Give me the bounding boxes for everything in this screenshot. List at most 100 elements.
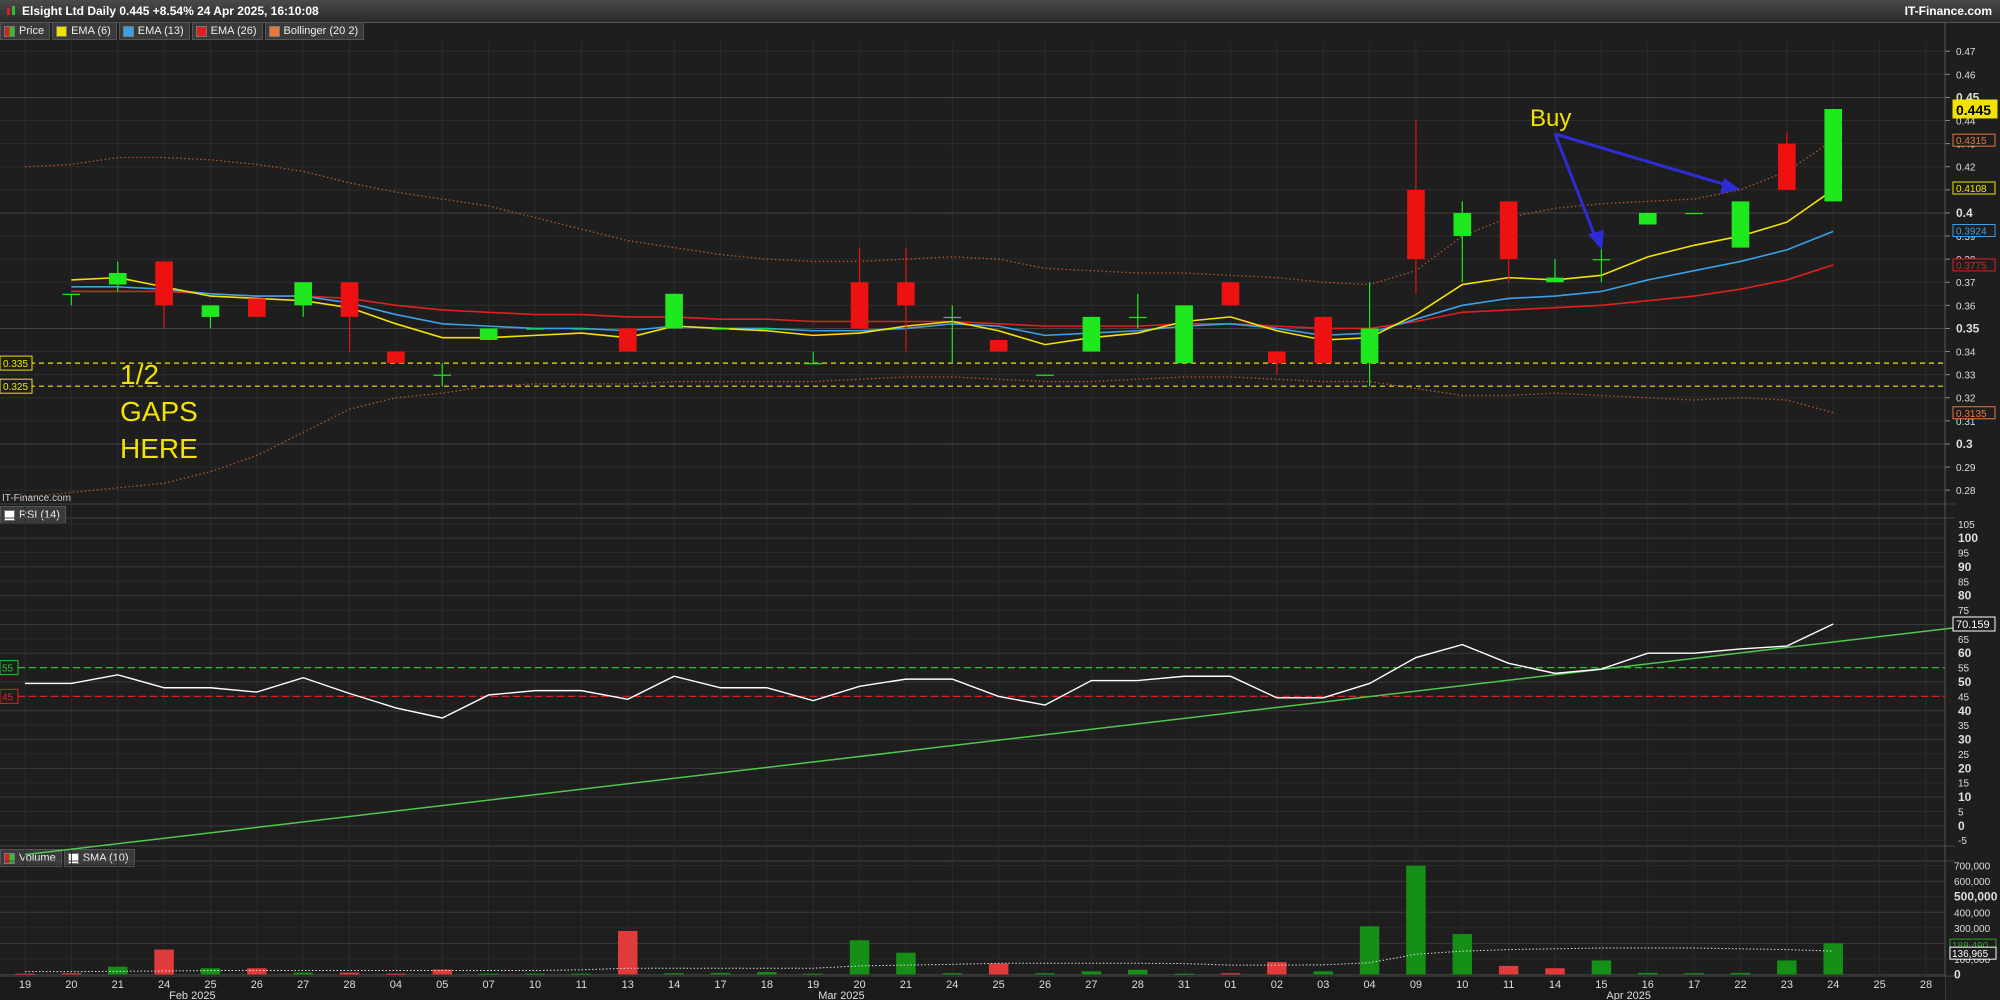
candle-body — [1221, 282, 1240, 306]
volume-bar — [571, 973, 592, 975]
date-tick-label: 21 — [900, 979, 912, 991]
month-label: Mar 2025 — [818, 990, 864, 1000]
candle-body — [1036, 374, 1054, 376]
date-tick-label: 04 — [390, 979, 402, 991]
vol-tick-label: 300,000 — [1954, 924, 1991, 935]
rsi-tick-label: 50 — [1958, 675, 1972, 689]
rsi-value-label: 70.159 — [1956, 619, 1990, 631]
y-tick-label: 0.47 — [1956, 47, 1976, 58]
y-tick-label: 0.4 — [1956, 206, 1973, 220]
chart-svg: 0.3350.325 5545 0.280.290.30.310.320.330… — [0, 22, 1998, 1000]
grid — [0, 22, 1955, 1000]
price-badge-label: 0.4315 — [1956, 136, 1987, 147]
date-tick-label: 11 — [1503, 979, 1514, 991]
volume-bar — [1498, 965, 1519, 975]
rsi-tick-label: 20 — [1958, 761, 1972, 775]
date-tick-label: 10 — [1456, 979, 1468, 991]
rsi-level-label: 55 — [2, 664, 14, 675]
candle-body — [387, 351, 405, 364]
date-tick-label: 17 — [1688, 979, 1700, 991]
rsi-tick-label: 25 — [1958, 750, 1970, 761]
volume-bar — [1035, 973, 1055, 975]
date-tick-label: 09 — [1410, 979, 1422, 991]
date-tick-label: 26 — [251, 979, 263, 991]
rsi-tick-label: 35 — [1958, 721, 1970, 732]
rsi-tick-label: -5 — [1958, 836, 1967, 847]
bollinger-lower — [24, 376, 1834, 498]
rsi-tick-label: 95 — [1958, 549, 1970, 560]
candle-body — [1546, 277, 1564, 283]
date-tick-label: 10 — [529, 979, 541, 991]
candle-body — [665, 293, 683, 329]
volume-bar — [896, 952, 916, 975]
candle-body — [294, 282, 312, 306]
volume-bar — [15, 973, 35, 975]
volume-bar — [1452, 934, 1473, 975]
price-badge-label: 0.3775 — [1956, 261, 1987, 272]
date-tick-label: 05 — [436, 979, 448, 991]
rsi-tick-label: 40 — [1958, 704, 1972, 718]
date-tick-label: 14 — [1549, 979, 1561, 991]
date-tick-label: 07 — [483, 979, 495, 991]
volume-bar — [1684, 973, 1704, 975]
candle-body — [1592, 259, 1611, 261]
candle-body — [340, 282, 359, 317]
rsi-tick-label: 100 — [1958, 531, 1978, 545]
date-tick-label: 11 — [576, 979, 587, 991]
volume-bar — [664, 973, 684, 975]
date-tick-label: 13 — [622, 979, 634, 991]
candle-body — [201, 305, 220, 317]
volume-bar — [200, 968, 221, 975]
volume-bar — [1406, 865, 1426, 975]
rsi-tick-label: 60 — [1958, 646, 1972, 660]
candle-body — [108, 273, 127, 285]
candle-body — [1638, 212, 1657, 225]
volume-bar — [988, 963, 1009, 975]
volume-bar — [1591, 960, 1612, 975]
gap-level-label: 0.335 — [3, 359, 28, 370]
volume-bar — [293, 972, 313, 975]
vol-tick-label: 700,000 — [1954, 862, 1991, 873]
date-tick-label: 20 — [65, 979, 77, 991]
volume-bar — [525, 973, 545, 975]
volume-panel[interactable] — [15, 865, 1843, 975]
rsi-line — [25, 623, 1834, 719]
candle-body — [433, 374, 452, 376]
vol-tick-label: 500,000 — [1954, 890, 1998, 904]
volume-bar — [1823, 943, 1843, 975]
rsi-trendline — [24, 626, 1959, 856]
volume-bar — [1313, 971, 1333, 975]
date-tick-label: 27 — [1085, 979, 1097, 991]
candle-body — [1453, 212, 1472, 237]
y-tick-label: 0.32 — [1956, 394, 1976, 405]
volume-bar — [1267, 962, 1287, 975]
y-tick-label: 0.33 — [1956, 371, 1976, 382]
candle-body — [943, 316, 962, 319]
y-tick-label: 0.36 — [1956, 301, 1976, 312]
date-tick-label: 24 — [1827, 979, 1839, 991]
price-badge-label: 0.445 — [1956, 102, 1991, 118]
brand-label: IT-Finance.com — [1904, 4, 1992, 18]
date-tick-label: 28 — [343, 979, 355, 991]
volume-bar — [1359, 926, 1380, 975]
candle-body — [1824, 108, 1843, 202]
rsi-tick-label: 5 — [1958, 807, 1964, 818]
volume-bar — [942, 973, 963, 975]
buy-arrowhead-1 — [1588, 230, 1604, 250]
date-tick-label: 31 — [1178, 979, 1190, 991]
candle-body — [850, 282, 869, 329]
price-badge-label: 0.3135 — [1956, 409, 1987, 420]
y-tick-label: 0.3 — [1956, 437, 1973, 451]
buy-arrow-2 — [1554, 132, 1731, 188]
candle-body — [989, 339, 1008, 352]
date-tick-label: 17 — [714, 979, 726, 991]
volume-bar — [1545, 968, 1565, 975]
candle-body — [526, 328, 544, 330]
chart-app-icon — [7, 6, 15, 15]
price-badge-label: 0.3924 — [1956, 226, 1987, 237]
candle-body — [1268, 351, 1286, 364]
y-tick-label: 0.35 — [1956, 321, 1980, 335]
date-tick-label: 25 — [1873, 979, 1885, 991]
y-tick-label: 0.28 — [1956, 486, 1976, 497]
volume-bar — [339, 972, 360, 975]
